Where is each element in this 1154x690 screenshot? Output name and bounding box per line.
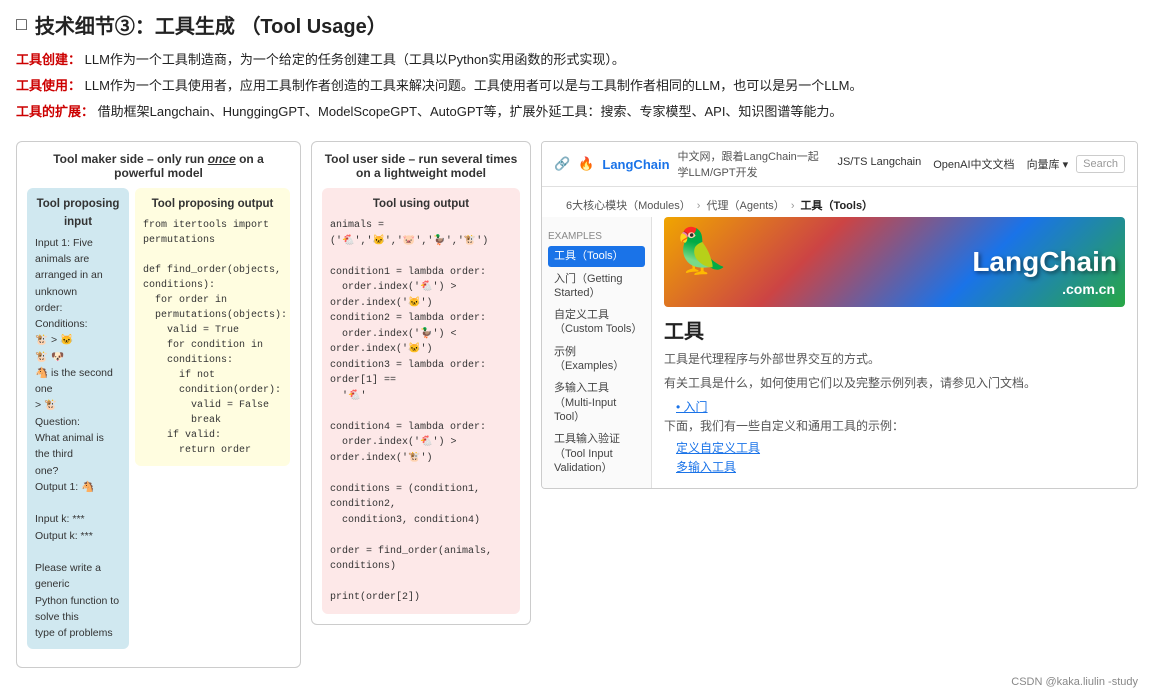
langchain-logo-emoji: 🔗 bbox=[554, 156, 570, 172]
page-title: 技术细节③：工具生成 （Tool Usage） bbox=[35, 10, 387, 39]
langchain-content-title: 工具 bbox=[664, 315, 1125, 344]
langchain-navbar: 🔗 🔥 LangChain 中文网，跟着LangChain一起学LLM/GPT开… bbox=[542, 142, 1137, 187]
output-box-content: from itertools import permutations def f… bbox=[143, 218, 282, 458]
title-en: （Tool Usage） bbox=[240, 16, 386, 38]
langchain-link-multi[interactable]: 多输入工具 bbox=[676, 458, 1125, 475]
input-box-title: Tool proposing input bbox=[35, 196, 121, 231]
nav-link-2[interactable]: OpenAI中文文档 bbox=[933, 156, 1014, 172]
sidebar-item-multi-input[interactable]: 多输入工具（Multi-Input Tool） bbox=[548, 378, 645, 427]
sidebar-section-examples: Examples bbox=[548, 231, 645, 242]
nav-link-1[interactable]: JS/TS Langchain bbox=[837, 156, 921, 172]
page-container: □ 技术细节③：工具生成 （Tool Usage） 工具创建： LLM作为一个工… bbox=[0, 0, 1154, 690]
langchain-logo-text: LangChain bbox=[602, 157, 669, 172]
desc-text-1: LLM作为一个工具制造商，为一个给定的任务创建工具（工具以Python实用函数的… bbox=[85, 52, 625, 67]
desc-line-1: 工具创建： LLM作为一个工具制造商，为一个给定的任务创建工具（工具以Pytho… bbox=[16, 49, 1138, 71]
breadcrumb-item-2[interactable]: 代理（Agents） bbox=[707, 200, 785, 212]
langchain-content-desc1: 工具是代理程序与外部世界交互的方式。 bbox=[664, 350, 1125, 368]
using-output-content: animals = ('🐔','🐱','🐷','🦆','🐮') conditio… bbox=[330, 218, 512, 606]
hero-logo-area: LangChain .com.cn bbox=[972, 246, 1117, 278]
breadcrumb-item-3: 工具（Tools） bbox=[801, 200, 874, 212]
sidebar-item-examples[interactable]: 示例（Examples） bbox=[548, 342, 645, 377]
sidebar-item-custom-tools[interactable]: 自定义工具（Custom Tools） bbox=[548, 305, 645, 340]
langchain-link-intro[interactable]: • 入门 bbox=[676, 398, 1125, 415]
langchain-link-custom[interactable]: 定义自定义工具 bbox=[676, 439, 1125, 456]
left-inner: Tool proposing input Input 1: Five anima… bbox=[27, 188, 290, 657]
left-inner-right: Tool proposing output from itertools imp… bbox=[135, 188, 290, 657]
tool-using-output: Tool using output animals = ('🐔','🐱','🐷'… bbox=[322, 188, 520, 613]
desc-label-3: 工具的扩展： bbox=[16, 104, 94, 119]
langchain-fire-emoji: 🔥 bbox=[578, 156, 594, 172]
desc-line-2: 工具使用： LLM作为一个工具使用者，应用工具制作者创造的工具来解决问题。工具使… bbox=[16, 75, 1138, 97]
tool-proposing-input: Tool proposing input Input 1: Five anima… bbox=[27, 188, 129, 649]
langchain-breadcrumb: 6大核心模块（Modules） › 代理（Agents） › 工具（Tools） bbox=[554, 191, 1125, 215]
desc-text-3: 借助框架Langchain、HunggingGPT、ModelScopeGPT、… bbox=[98, 104, 843, 119]
title-cn: 技术细节③：工具生成 bbox=[35, 16, 235, 38]
desc-text-2: LLM作为一个工具使用者，应用工具制作者创造的工具来解决问题。工具使用者可以是与… bbox=[85, 78, 863, 93]
left-inner-left: Tool proposing input Input 1: Five anima… bbox=[27, 188, 129, 657]
langchain-breadcrumb-row: 6大核心模块（Modules） › 代理（Agents） › 工具（Tools） bbox=[542, 187, 1137, 217]
langchain-nav-desc: 中文网，跟着LangChain一起学LLM/GPT开发 bbox=[678, 148, 830, 180]
langchain-content-desc2: 有关工具是什么，如何使用它们以及完整示例列表，请参见入门文档。 bbox=[664, 374, 1125, 392]
desc-label-1: 工具创建： bbox=[16, 52, 81, 67]
langchain-search[interactable]: Search bbox=[1076, 155, 1125, 173]
middle-panel: Tool user side – run several timeson a l… bbox=[311, 141, 531, 624]
watermark: CSDN @kaka.liulin -study bbox=[0, 674, 1154, 690]
hero-sub-text: .com.cn bbox=[1062, 281, 1115, 297]
desc-line-3: 工具的扩展： 借助框架Langchain、HunggingGPT、ModelSc… bbox=[16, 101, 1138, 123]
output-box-title: Tool proposing output bbox=[143, 196, 282, 213]
using-output-title: Tool using output bbox=[330, 196, 512, 214]
left-panel: Tool maker side – only run once on a pow… bbox=[16, 141, 301, 668]
sidebar-item-validation[interactable]: 工具输入验证（Tool Input Validation） bbox=[548, 429, 645, 478]
langchain-top-section: Examples 工具（Tools） 入门（Getting Started） 自… bbox=[542, 217, 1137, 488]
langchain-main: 🦜 LangChain .com.cn 工具 工具是代理程序与外部世界交互的方式… bbox=[652, 217, 1137, 488]
breadcrumb-sep-1: › bbox=[697, 200, 701, 212]
description-area: 工具创建： LLM作为一个工具制造商，为一个给定的任务创建工具（工具以Pytho… bbox=[0, 45, 1154, 135]
desc-label-2: 工具使用： bbox=[16, 78, 81, 93]
right-panel: 🔗 🔥 LangChain 中文网，跟着LangChain一起学LLM/GPT开… bbox=[541, 141, 1138, 489]
top-header: □ 技术细节③：工具生成 （Tool Usage） bbox=[0, 0, 1154, 45]
once-italic: once bbox=[208, 152, 236, 166]
hero-parrot-emoji: 🦜 bbox=[674, 225, 729, 277]
langchain-sidebar: Examples 工具（Tools） 入门（Getting Started） 自… bbox=[542, 217, 652, 488]
sidebar-item-getting-started[interactable]: 入门（Getting Started） bbox=[548, 269, 645, 304]
nav-link-3[interactable]: 向量库 ▾ bbox=[1027, 156, 1069, 172]
langchain-nav-links: JS/TS Langchain OpenAI中文文档 向量库 ▾ bbox=[837, 156, 1068, 172]
left-panel-header: Tool maker side – only run once on a pow… bbox=[27, 152, 290, 180]
langchain-list-intro: 下面，我们有一些自定义和通用工具的示例： bbox=[664, 417, 1125, 435]
langchain-hero-img: 🦜 LangChain .com.cn bbox=[664, 217, 1125, 307]
header-icon: □ bbox=[16, 14, 27, 35]
input-box-content: Input 1: Five animals are arranged in an… bbox=[35, 235, 121, 642]
main-content: Tool maker side – only run once on a pow… bbox=[0, 135, 1154, 674]
sidebar-item-tools[interactable]: 工具（Tools） bbox=[548, 246, 645, 266]
breadcrumb-item-1[interactable]: 6大核心模块（Modules） bbox=[566, 200, 691, 212]
hero-logo-text: LangChain bbox=[972, 246, 1117, 278]
tool-proposing-output: Tool proposing output from itertools imp… bbox=[135, 188, 290, 465]
breadcrumb-sep-2: › bbox=[791, 200, 795, 212]
middle-panel-header: Tool user side – run several timeson a l… bbox=[322, 152, 520, 180]
